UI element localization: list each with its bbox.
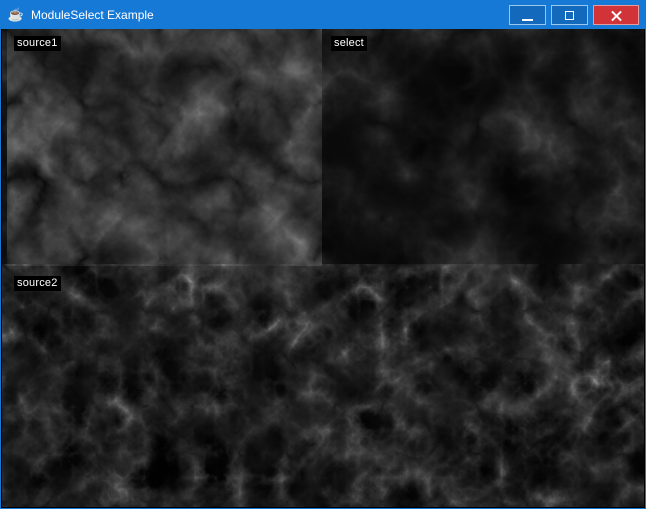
- select-label: select: [331, 36, 367, 51]
- maximize-icon: [565, 11, 574, 20]
- source1-image: [7, 29, 322, 266]
- app-window: ☕ ModuleSelect Example: [0, 0, 646, 509]
- title-bar[interactable]: ☕ ModuleSelect Example: [1, 1, 645, 29]
- close-icon: [611, 10, 622, 21]
- source1-label: source1: [14, 36, 61, 51]
- window-title: ModuleSelect Example: [31, 8, 154, 22]
- maximize-button[interactable]: [551, 5, 588, 25]
- render-canvas: source1 select source2: [2, 29, 644, 507]
- java-coffee-icon[interactable]: ☕: [8, 7, 24, 23]
- source2-label: source2: [14, 276, 61, 291]
- close-button[interactable]: [593, 5, 639, 25]
- window-controls: [509, 5, 645, 25]
- minimize-icon: [522, 19, 533, 21]
- source2-image: [2, 264, 644, 507]
- minimize-button[interactable]: [509, 5, 546, 25]
